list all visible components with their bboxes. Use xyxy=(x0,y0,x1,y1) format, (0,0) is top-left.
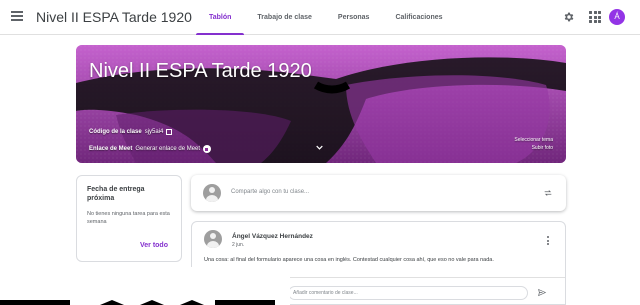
account-avatar[interactable]: Á xyxy=(609,9,625,25)
class-banner: Nivel II ESPA Tarde 1920 Código de la cl… xyxy=(76,45,566,163)
meet-link-row: Enlace de Meet Generar enlace de Meet xyxy=(89,145,212,153)
more-options-icon[interactable] xyxy=(547,236,551,246)
post-body: Una cosa: al final del formulario aparec… xyxy=(204,257,494,263)
video-camera-icon[interactable] xyxy=(203,145,212,153)
top-app-bar: Nivel II ESPA Tarde 1920 Tablón Trabajo … xyxy=(0,0,640,35)
view-all-button[interactable]: Ver todo xyxy=(140,242,168,249)
menu-icon[interactable] xyxy=(11,11,23,21)
avatar xyxy=(203,184,221,202)
class-code-row: Código de la clase sjy5ai4 xyxy=(89,129,173,135)
upload-photo-link[interactable]: Subir foto xyxy=(532,145,553,151)
gear-icon[interactable] xyxy=(563,11,575,23)
chevron-down-icon[interactable] xyxy=(316,144,323,151)
repost-icon[interactable] xyxy=(543,188,553,198)
class-code-label: Código de la clase xyxy=(89,129,142,135)
banner-title: Nivel II ESPA Tarde 1920 xyxy=(89,60,312,82)
tab-bar: Tablón Trabajo de clase Personas Calific… xyxy=(196,0,456,35)
upcoming-title: Fecha de entrega próxima xyxy=(87,186,145,202)
share-box[interactable]: Comparte algo con tu clase... xyxy=(191,175,566,211)
post-author: Ángel Vázquez Hernández xyxy=(232,233,313,240)
send-icon[interactable] xyxy=(537,288,547,297)
tab-grades[interactable]: Calificaciones xyxy=(382,0,455,35)
class-title[interactable]: Nivel II ESPA Tarde 1920 xyxy=(36,9,192,25)
tab-stream[interactable]: Tablón xyxy=(196,0,245,35)
post-date: 2 jun. xyxy=(232,242,245,248)
upcoming-text: No tienes ninguna tarea para esta semana xyxy=(87,211,170,225)
upcoming-card: Fecha de entrega próxima No tienes ningu… xyxy=(76,175,182,262)
fullscreen-icon[interactable] xyxy=(166,129,173,135)
generate-meet-link[interactable]: Generar enlace de Meet xyxy=(135,146,200,152)
meet-label: Enlace de Meet xyxy=(89,146,133,152)
tab-classwork[interactable]: Trabajo de clase xyxy=(244,0,324,35)
avatar xyxy=(204,230,222,248)
comment-input[interactable]: Añadir comentario de clase... xyxy=(288,286,528,300)
share-input[interactable]: Comparte algo con tu clase... xyxy=(231,189,309,195)
tab-people[interactable]: Personas xyxy=(325,0,383,35)
apps-grid-icon[interactable] xyxy=(589,11,601,23)
select-theme-link[interactable]: Seleccionar tema xyxy=(514,137,553,143)
overlay-logo-graphic xyxy=(0,267,290,305)
class-code-value: sjy5ai4 xyxy=(144,129,164,135)
